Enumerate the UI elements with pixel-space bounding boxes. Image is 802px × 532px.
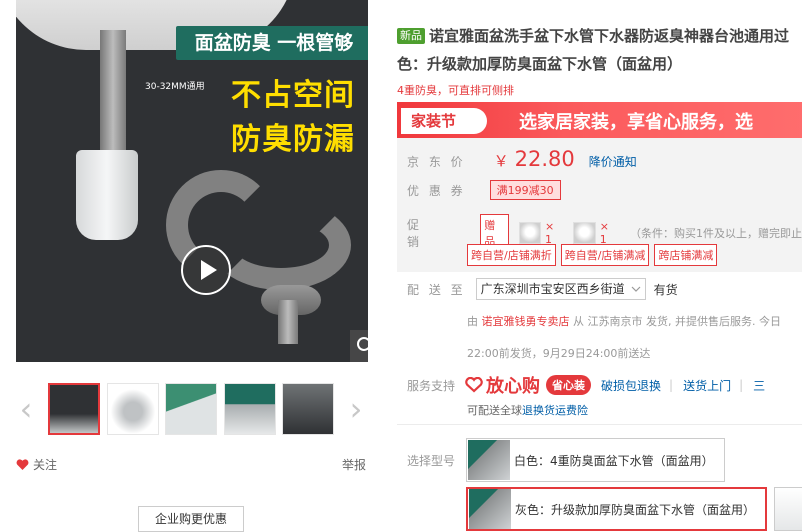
image-size-label: 30-32MM通用 — [145, 82, 205, 92]
variant-thumbnail — [468, 440, 510, 480]
new-product-badge: 新品 — [397, 28, 425, 44]
coupon-label: 优 惠 券 — [407, 183, 466, 198]
coupon-row: 优 惠 券 满199减30 — [407, 180, 561, 200]
shipping-row: 配 送 至 广东深圳市宝安区西乡街道 有货 — [407, 278, 678, 300]
stock-status: 有货 — [653, 282, 678, 297]
trap-cup-graphic — [76, 150, 138, 240]
image-slogan-1: 不占空间 — [231, 78, 355, 113]
separator: | — [739, 378, 744, 392]
address-text: 广东深圳市宝安区西乡街道 — [480, 282, 625, 296]
service-row: 服务支持 放心购 省心装 破损包退换 | 送货上门 | 三 — [407, 372, 765, 398]
variant-option-gray[interactable]: 灰色：升级款加厚防臭面盆下水管（面盆用） — [466, 487, 768, 531]
variant-option-partial[interactable] — [774, 487, 802, 531]
gift-item-image[interactable] — [573, 222, 596, 244]
flex-hose-graphic — [211, 200, 351, 290]
seller-suffix: 从 江苏南京市 发货, 并提供售后服务. 今日 — [573, 315, 781, 328]
product-title-line2: 色：升级款加厚防臭面盆下水管（面盆用） — [397, 55, 683, 73]
thumbnail-next-arrow-icon[interactable]: › — [346, 390, 366, 428]
thumbnail-4[interactable] — [224, 383, 276, 435]
service-label: 服务支持 — [407, 378, 456, 393]
drain-pipe-graphic — [278, 300, 298, 344]
play-video-icon[interactable] — [181, 245, 231, 295]
corporate-purchase-button[interactable]: 企业购更优惠 — [138, 506, 244, 532]
gift-condition: （条件：购买1件及以上，赠完即止 — [630, 227, 802, 240]
divider — [397, 424, 802, 425]
price-row: 京 东 价 ￥ 22.80 降价通知 — [407, 147, 637, 171]
thumbnail-prev-arrow-icon[interactable]: ‹ — [16, 390, 36, 428]
price-currency: ￥ — [493, 152, 509, 170]
pipe-graphic — [100, 30, 126, 160]
zoom-magnifier-icon[interactable] — [350, 330, 368, 362]
banner-logo: 家装节 — [401, 108, 487, 134]
variant-thumbnail — [469, 489, 511, 529]
promotion-tags: 跨自营/店铺满折 跨自营/店铺满减 跨店铺满减 — [467, 244, 718, 266]
service-link-delivery[interactable]: 送货上门 — [683, 377, 731, 394]
delivery-time: 22:00前发货，9月29日24:00前送达 — [467, 347, 651, 360]
report-link[interactable]: 举报 — [342, 456, 366, 473]
variant-option-white[interactable]: 白色：4重防臭面盆下水管（面盆用） — [466, 438, 725, 482]
coupon-tag[interactable]: 满199减30 — [489, 180, 561, 200]
product-title: 新品 诺宜雅面盆洗手盆下水管下水器防返臭神器台池通用过 色：升级款加厚防臭面盆下水… — [397, 22, 802, 78]
gift-item-image[interactable] — [518, 222, 542, 244]
seller-prefix: 由 — [467, 315, 478, 328]
promo-banner[interactable]: 家装节 选家居家装，享省心服务，选 — [397, 102, 802, 138]
gift-quantity: × 1 — [599, 220, 609, 246]
thumbnail-5[interactable] — [282, 383, 334, 435]
service-link-more[interactable]: 三 — [753, 377, 765, 394]
global-shipping: 可配送全球退换货运费险 — [467, 402, 588, 418]
price-label: 京 东 价 — [407, 155, 466, 169]
price-drop-notify-link[interactable]: 降价通知 — [589, 153, 637, 170]
fangxin-badge[interactable]: 放心购 — [465, 372, 540, 398]
product-title-line1: 诺宜雅面盆洗手盆下水管下水器防返臭神器台池通用过 — [429, 27, 790, 45]
shop-name-link[interactable]: 诺宜雅钱勇专卖店 — [482, 315, 570, 328]
banner-text: 选家居家装，享省心服务，选 — [519, 112, 753, 133]
global-shipping-text: 可配送全球 — [467, 404, 522, 417]
shengxin-badge[interactable]: 省心装 — [546, 375, 592, 395]
image-slogan-2: 防臭防漏 — [231, 122, 355, 157]
seller-info: 由 诺宜雅钱勇专卖店 从 江苏南京市 发货, 并提供售后服务. 今日 — [467, 313, 781, 329]
product-main-image[interactable]: 面盆防臭 一根管够 不占空间 防臭防漏 30-32MM通用 — [16, 0, 368, 362]
variant-label: 选择型号 — [407, 454, 456, 468]
follow-button[interactable]: 关注 — [16, 456, 57, 473]
chevron-down-icon — [631, 286, 641, 292]
service-link-return[interactable]: 破损包退换 — [601, 377, 661, 394]
fangxin-text: 放心购 — [486, 376, 541, 397]
image-headline: 面盆防臭 一根管够 — [176, 26, 368, 60]
return-insurance-link[interactable]: 退换货运费险 — [522, 404, 588, 417]
promo-tag[interactable]: 跨自营/店铺满减 — [560, 244, 650, 266]
thumbnail-2[interactable] — [107, 383, 159, 435]
heart-outline-icon — [465, 377, 483, 393]
promo-tag[interactable]: 跨店铺满减 — [654, 244, 718, 266]
separator: | — [669, 378, 674, 392]
variant-text: 灰色：升级款加厚防臭面盆下水管（面盆用） — [515, 502, 756, 517]
address-selector[interactable]: 广东深圳市宝安区西乡街道 — [475, 278, 646, 300]
gift-quantity: × 1 — [545, 220, 555, 246]
heart-icon — [16, 458, 29, 470]
product-subtitle: 4重防臭，可直排可侧排 — [397, 84, 514, 97]
promotion-label: 促 销 — [407, 218, 432, 249]
promo-tag[interactable]: 跨自营/店铺满折 — [467, 244, 556, 266]
price-value: 22.80 — [514, 147, 575, 171]
shipping-label: 配 送 至 — [407, 282, 466, 297]
thumbnail-1[interactable] — [48, 383, 100, 435]
thumbnail-3[interactable] — [165, 383, 217, 435]
variant-text: 白色：4重防臭面盆下水管（面盆用） — [514, 453, 714, 468]
follow-label: 关注 — [33, 458, 58, 472]
